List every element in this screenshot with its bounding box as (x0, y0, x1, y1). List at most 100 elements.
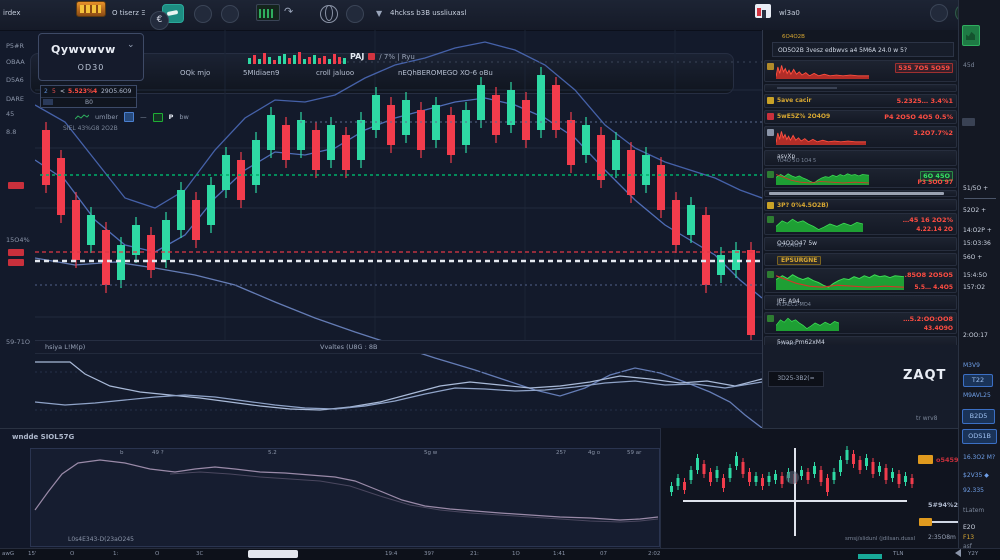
status-tick: 39? (424, 551, 434, 557)
status-tick: 1O (512, 551, 520, 557)
quote-mini-table: 2 5 < 5.523%4 29O5.6O9 B0 (40, 85, 137, 108)
refresh-icon[interactable]: ↷ (284, 5, 293, 18)
watchlist-row[interactable]: .85O8 2O5O55.5… 4.4O5 (764, 268, 957, 293)
right-col-value: 92.335 (963, 487, 984, 494)
stats-icon[interactable] (755, 4, 771, 18)
globe-icon[interactable] (320, 5, 338, 23)
pair-info: PAJ / 7% | Ryu (350, 52, 415, 61)
axis-price-label: 45 (6, 110, 14, 118)
watchlist-row[interactable]: JPE A94…M3AEC2-MO4 (764, 295, 957, 310)
right-col-value: asf (963, 543, 972, 550)
axis-price-badge (8, 259, 24, 266)
right-col-value: 56O + (963, 254, 982, 261)
ma-spark-icon (75, 113, 89, 121)
row-value: 535 7O5 5O59 (895, 63, 953, 73)
row-sparkline (776, 216, 863, 232)
pin-icon[interactable]: ▼ (376, 9, 382, 18)
chevron-down-icon[interactable]: ⌄ (127, 40, 135, 50)
row-sparkline (776, 315, 839, 331)
menu-item[interactable]: 5MIdiaen9 (243, 69, 279, 77)
crosshair-vertical (794, 448, 796, 536)
watchlist-row[interactable]: 5wE5Z% 2O4O9P4 2O5O 4O5 0.5% (764, 110, 957, 124)
watchlist-row[interactable]: …45 16 2O2% 4.22.14 2O (764, 213, 957, 235)
axis-price-label: 15O4% (6, 236, 30, 244)
watchlist-row[interactable]: EPSURGNE (764, 253, 957, 266)
app-logo-icon[interactable] (76, 1, 106, 17)
b2d5-button[interactable]: B2D5 (962, 409, 995, 424)
chart-thumbnail-icon[interactable] (256, 4, 280, 21)
row-sparkline (776, 171, 869, 185)
row-scrollbar[interactable] (769, 192, 944, 195)
right-col-value: 2:OO:17 (963, 332, 988, 339)
row-value-2: 4.22.14 2O (916, 226, 953, 233)
row-sparkline (776, 129, 866, 145)
mini-button[interactable] (962, 118, 975, 126)
watchlist-row[interactable]: …5.2:OO:OO843.4O9O (764, 312, 957, 334)
account-icon[interactable] (346, 5, 364, 23)
left-arrow-icon[interactable] (955, 549, 961, 557)
bottom-left-tick: 49 ? (152, 450, 164, 456)
badge-line (932, 521, 958, 523)
status-tick: 1:41 (553, 551, 565, 557)
right-col-value: E2O (963, 524, 975, 531)
watchlist-row[interactable]: 3.2O7.7%2 (764, 126, 957, 148)
menu-item[interactable]: croll jaluoo (316, 69, 354, 77)
bottom-right-spark-chart[interactable] (666, 440, 918, 540)
axis-price-label: 59-71O (6, 338, 30, 346)
right-col-value: 14:O2P + (963, 227, 992, 234)
row-value: P4 2O5O 4O5 0.5% (884, 113, 953, 121)
watchlist-row[interactable]: 535 7O5 5O59 (764, 60, 957, 82)
price-axis (0, 30, 34, 430)
ods-button[interactable]: ODS1B (962, 429, 997, 444)
watchlist-row[interactable] (764, 84, 957, 92)
bottom-left-line-chart[interactable] (30, 448, 658, 545)
quote-cell: 2 (44, 88, 48, 95)
bottom-left-tick: 25? (556, 450, 566, 456)
watchlist-row[interactable]: asvXpYO4O 5O 1O4 5 (764, 150, 957, 166)
row-value: …5.2:OO:OO8 (903, 315, 953, 323)
t22-button[interactable]: T22 (963, 374, 993, 387)
watchlist-row[interactable]: 3P? 0%4.5O2B) (764, 199, 957, 211)
pair-change-chip (368, 53, 375, 60)
row-icon (767, 271, 774, 278)
watchlist-row[interactable] (764, 190, 957, 197)
summary-badge[interactable]: 3D25-3B2(= (768, 371, 824, 387)
pair-name: PAJ (350, 52, 364, 61)
bottom-left-tick: 59 ar (627, 450, 641, 456)
symbol-selector[interactable]: Qywvwvw ⌄ OD30 (38, 33, 144, 81)
price-badge (918, 455, 933, 464)
axis-price-label: 8.8 (6, 128, 16, 136)
row-sub-label: 4O7O4O9 (777, 243, 802, 249)
row-sparkline (776, 63, 869, 79)
history-icon[interactable] (221, 5, 239, 23)
watchlist-header[interactable]: OD5O2B 3vesz edbwvs a4 5M6A 24.0 w 5? (772, 42, 954, 57)
indicator-chart[interactable] (35, 352, 762, 428)
summary-title: ZAQT (903, 368, 946, 383)
bottom-left-title: wndde SIOL57G (12, 433, 74, 441)
watchlist-row[interactable]: O4O2O47 5w4O7O4O9 (764, 237, 957, 251)
horizontal-scrollbar-handle[interactable] (248, 550, 298, 558)
row-value: …45 16 2O2% (903, 216, 953, 224)
row-icon (767, 63, 774, 70)
mini-chart-icon[interactable] (962, 25, 980, 46)
pair-extra: / 7% | Ryu (379, 53, 415, 61)
summary-sub: tr wrv8 (916, 415, 937, 422)
bottom-left-tick: 5.2 (268, 450, 277, 456)
status-tick: 3C (196, 551, 203, 557)
micro-line (777, 87, 837, 89)
notifications-icon[interactable] (194, 5, 212, 23)
broker-logo: € (150, 11, 169, 30)
legend-green-chip[interactable] (153, 113, 163, 122)
row-icon (767, 97, 774, 104)
menu-item[interactable]: OQk mjo (180, 69, 210, 77)
status-tick: 19:4 (385, 551, 397, 557)
legend-ma-label: umlber (95, 113, 118, 121)
indicator-values: Vvaltes (U8G : 8B (320, 343, 377, 351)
legend-toggle[interactable] (124, 112, 134, 122)
settings-icon[interactable] (930, 4, 948, 22)
watchlist-row[interactable]: 5ave cacir5.2325… 3.4%1 (764, 94, 957, 108)
row-value-2: 5.5… 4.4O5 (914, 284, 953, 291)
axis-price-label: P5#R (6, 42, 24, 50)
watchlist-row[interactable]: 6O 45OP3 5OO 97 (764, 168, 957, 188)
menu-item[interactable]: nEQhBEROMEGO XO-6 oBu (398, 69, 493, 77)
